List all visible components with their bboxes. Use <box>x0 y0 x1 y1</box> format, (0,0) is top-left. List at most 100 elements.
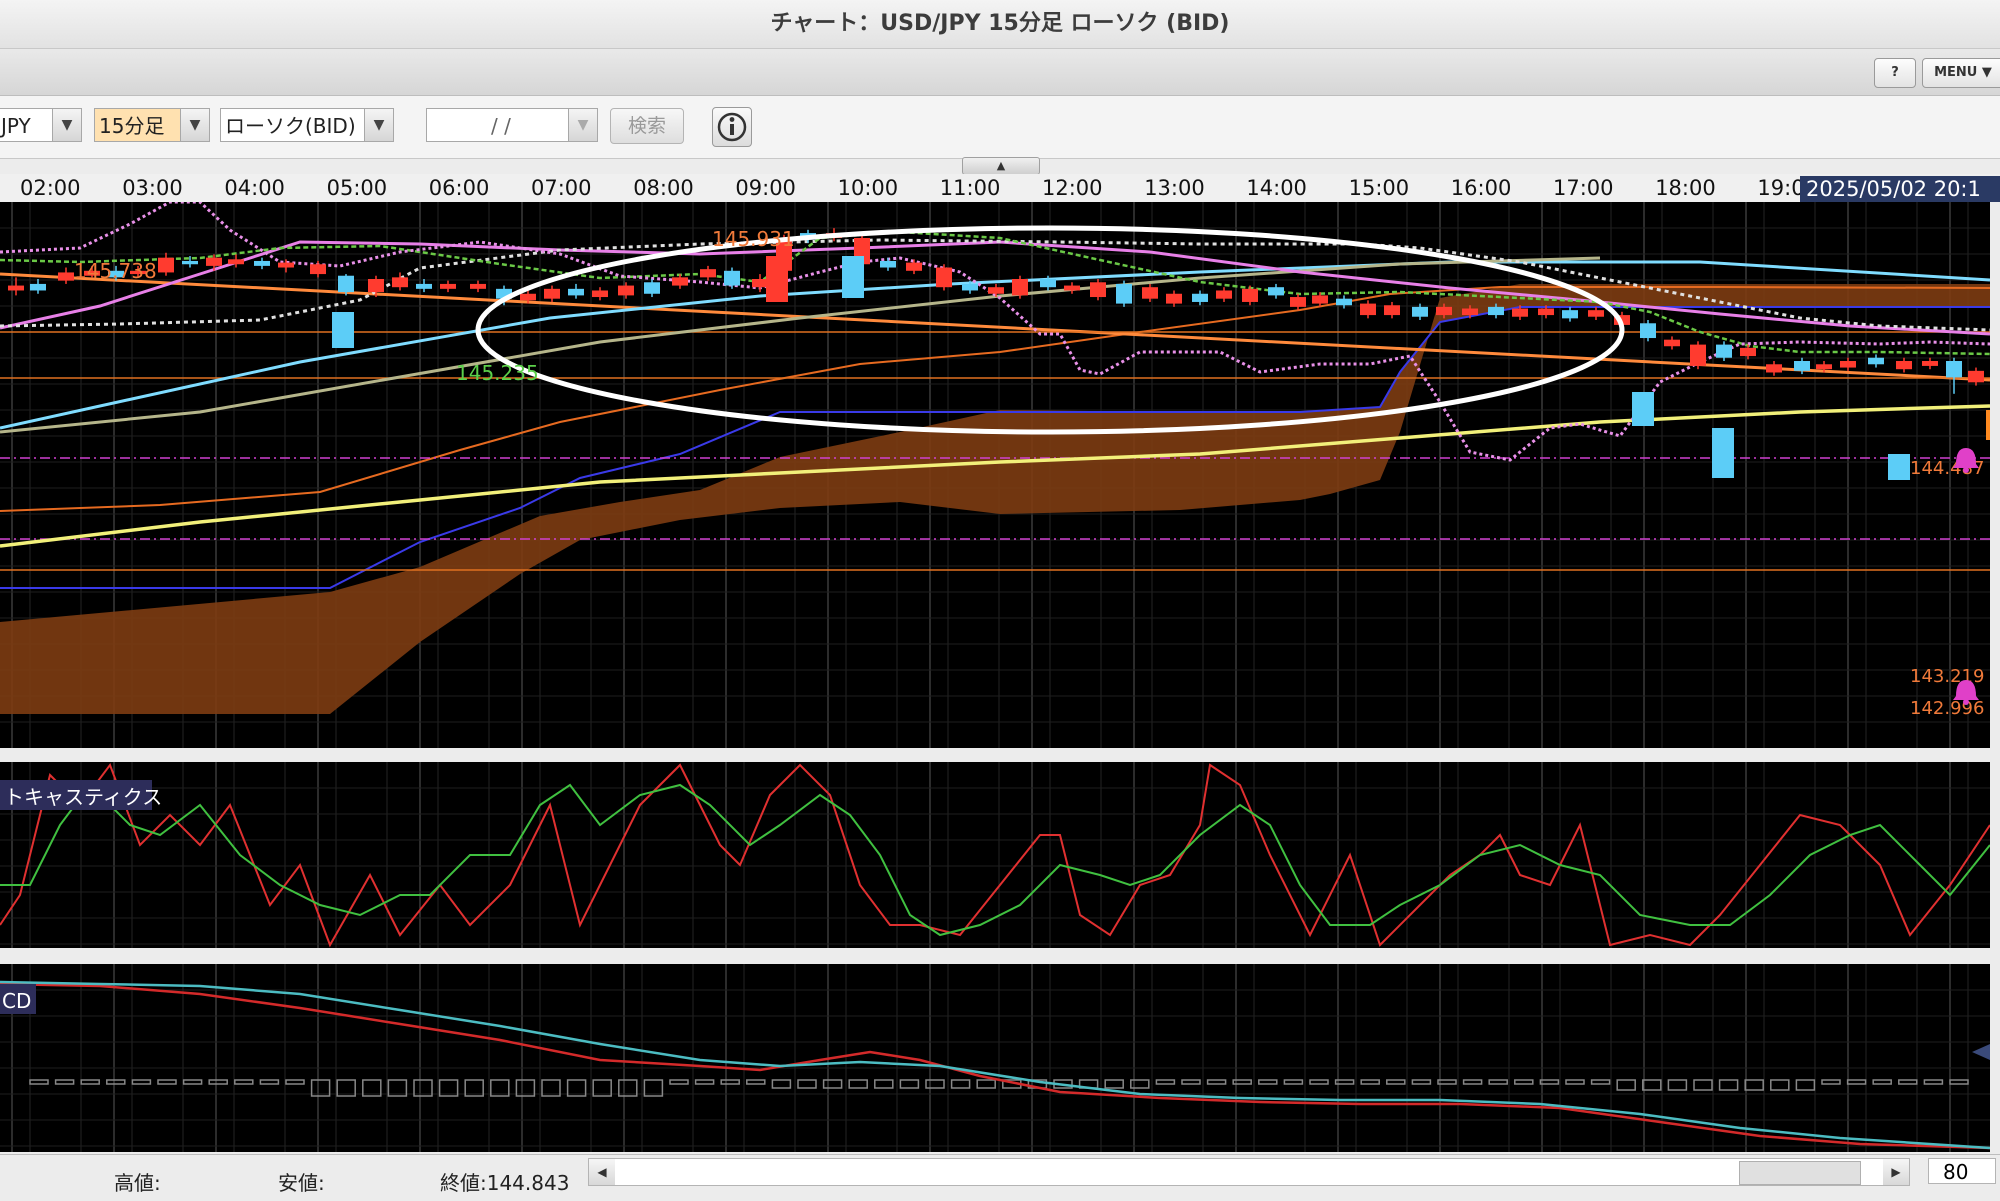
candle-body <box>1888 454 1910 480</box>
candle-body <box>416 283 432 289</box>
horizontal-scrollbar[interactable]: ◀ ▶ <box>588 1158 1910 1186</box>
candle-body <box>1090 282 1106 298</box>
candle-body <box>1064 285 1080 291</box>
candle-body <box>592 290 608 298</box>
candle-body <box>1290 297 1306 307</box>
time-axis-label: 10:00 <box>837 176 899 200</box>
time-axis-label: 16:00 <box>1450 176 1512 200</box>
candle-body <box>906 262 922 271</box>
timeframe-select[interactable]: 15分足 ▼ <box>94 108 210 142</box>
high-label: 高値: <box>114 1171 161 1195</box>
time-axis-label: 03:00 <box>122 176 183 200</box>
time-axis: 02:00 03:00 04:00 05:00 06:00 07:00 08:00 09:00… <box>0 174 2000 202</box>
candle-body <box>724 270 740 286</box>
bell-alert-icon <box>1963 699 1969 705</box>
candle-body <box>766 256 788 302</box>
candle-body <box>158 257 174 273</box>
time-axis-label: 19:0 <box>1757 176 1805 200</box>
candle-body <box>1538 308 1554 316</box>
candle-body <box>206 257 222 266</box>
candle-body <box>228 259 244 265</box>
time-axis-label: 02:00 <box>20 176 81 200</box>
candle-body <box>1412 306 1428 317</box>
candle-body <box>1116 283 1132 304</box>
price-label-peak: 145.931 <box>712 227 795 251</box>
candle-body <box>1712 428 1734 478</box>
candle-body <box>1142 287 1158 299</box>
candle-body <box>1794 361 1810 371</box>
candle-body <box>30 283 46 291</box>
chevron-down-icon: ▼ <box>568 109 597 141</box>
candle-body <box>1336 298 1352 306</box>
candle-body <box>842 256 864 298</box>
time-axis-label: 06:00 <box>428 176 490 200</box>
current-price-marker <box>1986 410 1990 440</box>
candle-body <box>700 269 716 278</box>
candle-body <box>1868 357 1884 365</box>
price-label-high: 145.738 <box>74 259 157 283</box>
candle-body <box>1816 364 1832 370</box>
candle-body <box>182 260 198 265</box>
info-button[interactable] <box>712 107 752 147</box>
window-title: チャート：USD/JPY 15分足 ローソク (BID) <box>0 0 2000 49</box>
candle-body <box>1716 344 1732 358</box>
candle-body <box>1268 287 1284 296</box>
candle-body <box>752 279 768 288</box>
candle-body <box>1512 308 1528 317</box>
candle-body <box>880 260 896 268</box>
scroll-thumb[interactable] <box>1739 1161 1861 1185</box>
candle-body <box>254 260 270 266</box>
candle-body <box>1946 361 1962 378</box>
candle-body <box>672 277 688 286</box>
candle-body <box>1462 308 1478 316</box>
candle-body <box>520 293 536 301</box>
collapse-handle[interactable]: ▲ <box>962 157 1040 175</box>
chart-type-value: ローソク(BID) <box>225 114 356 138</box>
candle-body <box>392 277 408 288</box>
time-axis-label: 07:00 <box>531 176 592 200</box>
menu-button[interactable]: MENU ▼ <box>1922 58 2000 88</box>
help-button[interactable]: ? <box>1874 58 1916 88</box>
candle-body <box>470 283 486 289</box>
stochastics-panel[interactable]: トキャスティクス <box>0 762 1990 948</box>
candle-body <box>332 312 354 348</box>
chart-background <box>0 964 1990 1152</box>
search-button[interactable]: 検索 <box>610 108 684 144</box>
price-chart[interactable]: 145.738145.931145.235144.487143.219142.9… <box>0 202 1990 748</box>
candle-body <box>1360 303 1376 316</box>
date-value: / / <box>491 114 511 138</box>
time-axis-label: 18:00 <box>1655 176 1716 200</box>
time-axis-label: 14:00 <box>1246 176 1307 200</box>
chevron-down-icon: ▼ <box>364 109 393 141</box>
macd-panel[interactable]: CD <box>0 964 1990 1152</box>
bell-alert-icon <box>1963 467 1969 473</box>
time-axis-label: 04:00 <box>224 176 285 200</box>
time-axis-label: 13:00 <box>1144 176 1205 200</box>
zoom-field[interactable]: 80 <box>1928 1158 1996 1184</box>
chart-type-select[interactable]: ローソク(BID) ▼ <box>220 108 394 142</box>
candle-body <box>1922 361 1938 366</box>
chevron-up-icon: ▲ <box>996 159 1006 172</box>
symbol-value: JPY <box>1 114 31 138</box>
candle-body <box>1242 288 1258 302</box>
date-input[interactable]: / / ▼ <box>426 108 598 142</box>
scroll-left-icon[interactable]: ◀ <box>589 1159 615 1185</box>
time-axis-label: 05:00 <box>326 176 388 200</box>
candle-body <box>1740 347 1756 357</box>
candle-body <box>368 279 384 293</box>
symbol-select[interactable]: JPY ▼ <box>0 108 82 142</box>
info-circle-icon <box>717 112 747 142</box>
candle-body <box>1488 306 1504 316</box>
candle-body <box>1384 305 1400 316</box>
menu-row: ? MENU ▼ <box>0 49 2000 96</box>
candle-body <box>1192 293 1208 302</box>
candle-body <box>310 264 326 275</box>
candle-body <box>1040 279 1056 288</box>
candle-body <box>440 283 456 289</box>
candle-body <box>1216 290 1232 299</box>
candle-body <box>1640 323 1656 339</box>
scroll-right-icon[interactable]: ▶ <box>1883 1159 1909 1185</box>
time-axis-label: 17:00 <box>1553 176 1614 200</box>
time-axis-label: 08:00 <box>633 176 694 200</box>
candle-body <box>936 267 952 288</box>
